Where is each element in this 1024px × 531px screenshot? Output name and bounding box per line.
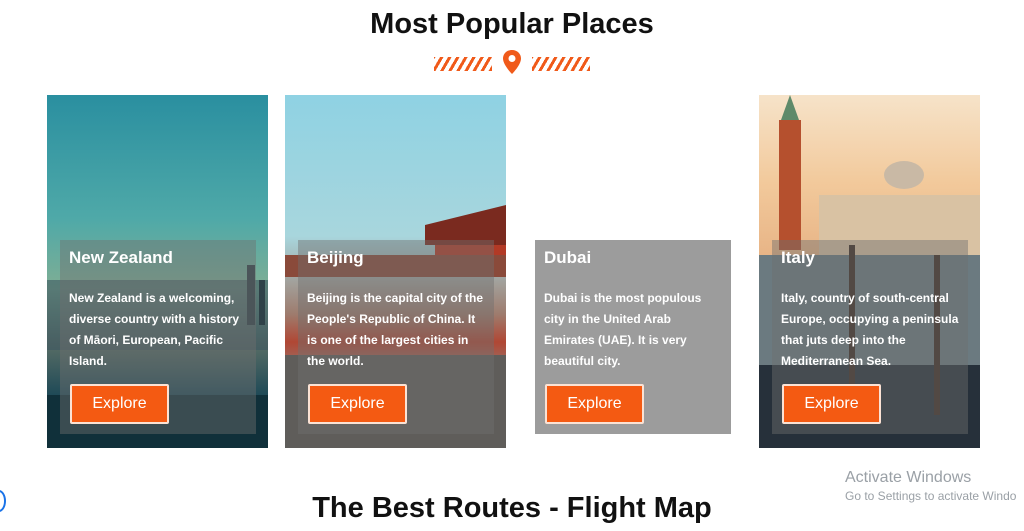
location-pin-icon: [502, 49, 522, 80]
card-overlay: New Zealand New Zealand is a welcoming, …: [60, 240, 256, 434]
card-title: New Zealand: [69, 248, 173, 267]
place-card-beijing: Beijing Beijing is the capital city of t…: [285, 95, 506, 448]
card-overlay: Dubai Dubai is the most populous city in…: [535, 240, 731, 434]
explore-button-beijing[interactable]: Explore: [308, 384, 407, 424]
card-title: Italy: [781, 248, 816, 267]
place-card-new-zealand: New Zealand New Zealand is a welcoming, …: [47, 95, 268, 448]
card-overlay: Italy Italy, country of south-central Eu…: [772, 240, 968, 434]
card-description: Italy, country of south-central Europe, …: [781, 291, 959, 368]
title-divider: [0, 49, 1024, 80]
card-title: Beijing: [307, 248, 364, 267]
section-title-flight-map: The Best Routes - Flight Map: [312, 492, 712, 524]
explore-button-new-zealand[interactable]: Explore: [70, 384, 169, 424]
place-card-dubai: Dubai Dubai is the most populous city in…: [523, 95, 744, 448]
place-card-italy: Italy Italy, country of south-central Eu…: [759, 95, 980, 448]
explore-button-dubai[interactable]: Explore: [545, 384, 644, 424]
divider-stripes-right: [532, 57, 590, 71]
divider-stripes-left: [434, 57, 492, 71]
card-title: Dubai: [544, 248, 592, 267]
section-title-popular-places: Most Popular Places: [370, 8, 654, 40]
card-description: Beijing is the capital city of the Peopl…: [307, 291, 484, 368]
explore-button-italy[interactable]: Explore: [782, 384, 881, 424]
watermark-line-1: Activate Windows: [845, 469, 972, 486]
card-overlay: Beijing Beijing is the capital city of t…: [298, 240, 494, 434]
card-description: Dubai is the most populous city in the U…: [544, 291, 702, 368]
card-description: New Zealand is a welcoming, diverse coun…: [69, 291, 240, 368]
